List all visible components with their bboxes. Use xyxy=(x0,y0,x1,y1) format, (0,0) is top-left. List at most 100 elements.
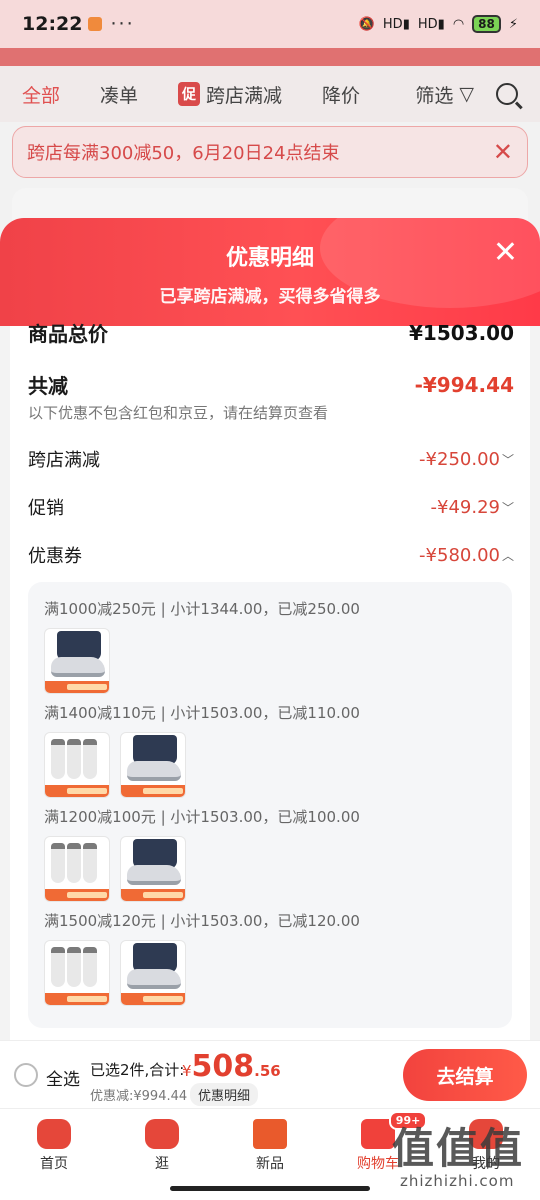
cart-filter-tabs: 全部 凑单 促 跨店满减 降价 筛选 ▽ xyxy=(0,66,540,122)
promo-notice-text: 跨店每满300减50，6月20日24点结束 xyxy=(27,143,340,164)
status-bar: 12:22 ··· 🔕 HD▮ HD▮ ◠ 88 ⚡ xyxy=(0,0,540,48)
sheet-subtitle: 已享跨店满减，买得多省得多 xyxy=(159,287,381,307)
chevron-up-icon: ︿ xyxy=(501,548,514,563)
product-thumbnail-socks[interactable] xyxy=(44,836,110,902)
tab-label: 新品 xyxy=(256,1156,284,1172)
tab-filter-label: 筛选 xyxy=(415,84,454,107)
discount-row-cross-store[interactable]: 跨店满减 -¥250.00 ﹀ xyxy=(28,446,514,472)
promo-tag xyxy=(45,785,109,797)
discount-label: 促销 xyxy=(28,498,64,519)
checkout-button[interactable]: 去结算 xyxy=(403,1049,527,1101)
explore-icon xyxy=(145,1119,179,1149)
discount-row-promotion[interactable]: 促销 -¥49.29 ﹀ xyxy=(28,494,514,520)
sheet-title: 优惠明细 xyxy=(225,246,314,271)
select-all-label[interactable]: 全选 xyxy=(46,1065,80,1090)
signal-icon-1: HD▮ xyxy=(382,16,410,32)
tab-label: 首页 xyxy=(40,1156,68,1172)
total-saved-value: -¥994.44 xyxy=(414,372,514,397)
status-icons: 🔕 HD▮ HD▮ ◠ 88 ⚡ xyxy=(359,15,518,33)
tab-cross-store[interactable]: 促 跨店满减 xyxy=(178,81,282,108)
close-sheet-icon[interactable]: ✕ xyxy=(493,238,518,268)
tab-bundle[interactable]: 凑单 xyxy=(100,81,138,108)
shoe-graphic xyxy=(127,865,181,885)
sock-graphic xyxy=(51,947,65,987)
promo-tag xyxy=(121,993,185,1005)
total-price: ¥ 508 .56 xyxy=(182,1049,281,1084)
tab-home[interactable]: 首页 xyxy=(0,1109,108,1200)
battery-icon: 88 xyxy=(472,15,501,33)
discount-label: 跨店满减 xyxy=(28,450,100,471)
promo-tag xyxy=(121,889,185,901)
watermark: 值值值 xyxy=(392,1124,525,1173)
discount-sheet-body: 商品总价 ¥1503.00 共减 -¥994.44 以下优惠不包含红包和京豆，请… xyxy=(0,321,540,1040)
checkout-bar: 全选 已选2件,合计: ¥ 508 .56 优惠减:¥994.44 优惠明细 去… xyxy=(0,1040,540,1108)
signal-icon-2: HD▮ xyxy=(417,16,445,32)
header-band xyxy=(0,48,540,66)
discount-value: -¥580.00 xyxy=(419,544,500,566)
total-saved-row: 共减 -¥994.44 xyxy=(28,370,514,399)
home-icon xyxy=(37,1119,71,1149)
home-indicator[interactable] xyxy=(170,1186,370,1191)
discount-value: -¥49.29 xyxy=(430,496,500,518)
discount-panel: 商品总价 ¥1503.00 共减 -¥994.44 以下优惠不包含红包和京豆，请… xyxy=(10,321,530,1040)
product-thumbnail-socks[interactable] xyxy=(44,940,110,1006)
discount-detail-button[interactable]: 优惠明细 xyxy=(190,1083,259,1106)
search-icon[interactable] xyxy=(496,83,518,105)
mute-icon: 🔕 xyxy=(358,16,375,32)
status-time: 12:22 xyxy=(22,13,83,35)
sock-graphic xyxy=(67,947,81,987)
price-integer: 508 xyxy=(191,1049,255,1084)
tab-all[interactable]: 全部 xyxy=(22,81,60,108)
sock-graphic xyxy=(51,739,65,779)
sock-graphic xyxy=(51,843,65,883)
tab-filter[interactable]: 筛选 ▽ xyxy=(415,81,474,108)
shoe-graphic xyxy=(127,969,181,989)
chevron-down-icon: ﹀ xyxy=(501,500,514,515)
promo-tag xyxy=(45,681,109,693)
tab-label: 逛 xyxy=(155,1156,169,1172)
total-price-value: ¥1503.00 xyxy=(408,320,514,345)
close-icon[interactable]: ✕ xyxy=(493,138,513,166)
filter-icon: ▽ xyxy=(459,83,474,105)
total-price-row: 商品总价 ¥1503.00 xyxy=(28,318,514,347)
tab-cross-store-label: 跨店满减 xyxy=(206,84,283,107)
promo-tag xyxy=(45,889,109,901)
product-thumbnail-shoe[interactable] xyxy=(120,732,186,798)
coupon-detail-box: 满1000减250元 | 小计1344.00，已减250.00 满1400减11… xyxy=(28,582,512,1028)
selected-summary: 已选2件,合计: xyxy=(90,1061,185,1079)
sock-graphic xyxy=(83,947,97,987)
discount-sheet-header: 优惠明细 已享跨店满减，买得多省得多 ✕ xyxy=(0,218,540,326)
discount-row-coupon[interactable]: 优惠券 -¥580.00 ︿ xyxy=(28,542,514,568)
more-notifications-icon: ··· xyxy=(110,13,135,35)
total-saved-label: 共减 xyxy=(28,374,68,398)
sock-graphic xyxy=(83,739,97,779)
product-thumbnail-socks[interactable] xyxy=(44,732,110,798)
coupon-group-title: 满1400减110元 | 小计1503.00，已减110.00 xyxy=(44,704,360,722)
wifi-icon: ◠ xyxy=(452,16,465,32)
total-price-label: 商品总价 xyxy=(28,322,108,346)
charging-icon: ⚡ xyxy=(508,16,518,32)
discount-note: 以下优惠不包含红包和京豆，请在结算页查看 xyxy=(28,404,329,422)
sock-graphic xyxy=(83,843,97,883)
product-thumbnail-shoe[interactable] xyxy=(44,628,110,694)
coupon-group-title: 满1500减120元 | 小计1503.00，已减120.00 xyxy=(44,912,360,930)
price-decimal: .56 xyxy=(254,1062,281,1080)
chevron-down-icon: ﹀ xyxy=(501,452,514,467)
promo-tag xyxy=(121,785,185,797)
product-thumbnail-shoe[interactable] xyxy=(120,940,186,1006)
discount-value: -¥250.00 xyxy=(419,448,500,470)
sock-graphic xyxy=(67,739,81,779)
shoe-graphic xyxy=(127,761,181,781)
coupon-group-title: 满1000减250元 | 小计1344.00，已减250.00 xyxy=(44,600,360,618)
promo-notice: 跨店每满300减50，6月20日24点结束 ✕ xyxy=(12,126,528,178)
new-products-icon xyxy=(253,1119,287,1149)
discount-summary: 优惠减:¥994.44 xyxy=(90,1089,188,1104)
sock-graphic xyxy=(67,843,81,883)
select-all-checkbox[interactable] xyxy=(14,1063,38,1087)
tab-price-drop[interactable]: 降价 xyxy=(322,81,360,108)
shoe-graphic xyxy=(51,657,105,677)
coupon-group-title: 满1200减100元 | 小计1503.00，已减100.00 xyxy=(44,808,360,826)
product-thumbnail-shoe[interactable] xyxy=(120,836,186,902)
watermark-url: zhizhizhi.com xyxy=(400,1172,515,1190)
currency-symbol: ¥ xyxy=(182,1062,192,1080)
